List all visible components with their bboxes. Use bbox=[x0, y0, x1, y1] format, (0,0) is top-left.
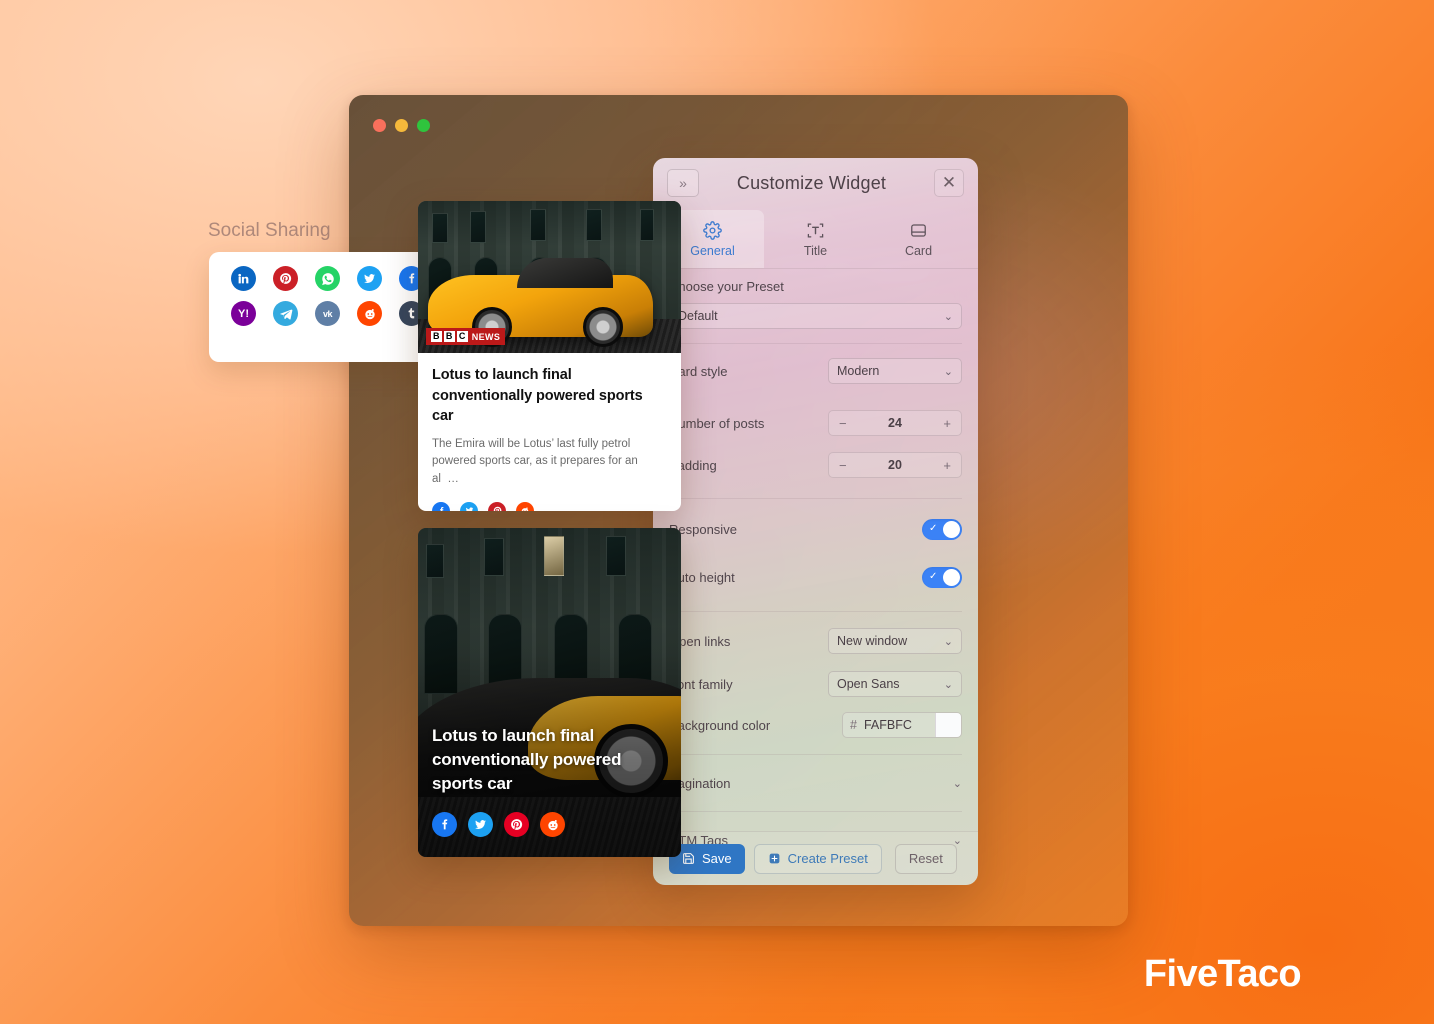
window-traffic-lights[interactable] bbox=[373, 119, 430, 132]
check-icon: ✓ bbox=[929, 570, 938, 582]
customize-widget-header: » Customize Widget ✕ bbox=[653, 158, 978, 208]
vk-icon[interactable]: vk bbox=[315, 301, 340, 326]
font-family-select[interactable]: Open Sans ⌄ bbox=[828, 671, 962, 697]
preset-select[interactable]: Default ⌄ bbox=[669, 303, 962, 329]
background-color-label: Background color bbox=[669, 717, 771, 733]
row-padding: Padding − 20 + bbox=[669, 444, 962, 486]
decrement-button[interactable]: − bbox=[839, 458, 847, 473]
background-color-field[interactable]: # FAFBFC bbox=[842, 712, 962, 738]
bbc-news-badge: B B C NEWS bbox=[426, 328, 506, 345]
responsive-toggle[interactable]: ✓ bbox=[922, 518, 962, 540]
decrement-button[interactable]: − bbox=[839, 416, 847, 431]
row-card-style: Card style Modern ⌄ bbox=[669, 350, 962, 392]
padding-stepper[interactable]: − 20 + bbox=[828, 452, 962, 478]
preset-label: Choose your Preset bbox=[669, 279, 784, 294]
twitter-share-icon[interactable] bbox=[468, 812, 493, 837]
increment-button[interactable]: + bbox=[943, 416, 951, 431]
save-label: Save bbox=[702, 851, 732, 866]
font-family-value: Open Sans bbox=[837, 677, 900, 691]
row-open-links: Open links New window ⌄ bbox=[669, 618, 962, 664]
pinterest-share-icon[interactable] bbox=[488, 501, 506, 511]
card-overlay-share-row bbox=[432, 812, 667, 837]
brand-logo: FiveTaco bbox=[1143, 953, 1302, 995]
reddit-share-icon[interactable] bbox=[540, 812, 565, 837]
chevron-down-icon: ⌄ bbox=[943, 310, 953, 323]
background-color-value: FAFBFC bbox=[863, 718, 912, 732]
social-sharing-label: Social Sharing bbox=[208, 220, 331, 241]
facebook-share-icon[interactable] bbox=[432, 501, 450, 511]
save-disk-icon bbox=[683, 853, 694, 864]
row-auto-height: Auto height ✓ bbox=[669, 553, 962, 601]
pinterest-icon[interactable] bbox=[273, 266, 298, 291]
open-links-value: New window bbox=[837, 634, 908, 648]
create-preset-button[interactable]: Create Preset bbox=[753, 843, 882, 874]
yahoo-icon[interactable]: Y! bbox=[231, 301, 256, 326]
row-responsive: Responsive ✓ bbox=[669, 505, 962, 553]
chevron-down-icon: ⌄ bbox=[943, 635, 953, 648]
tab-title-label: Title bbox=[803, 244, 828, 258]
check-icon: ✓ bbox=[929, 522, 938, 534]
tab-title[interactable]: Title bbox=[764, 210, 867, 268]
add-preset-icon bbox=[769, 853, 780, 864]
reset-button[interactable]: Reset bbox=[894, 843, 957, 874]
linkedin-icon[interactable] bbox=[231, 266, 256, 291]
close-icon[interactable]: ✕ bbox=[934, 169, 964, 197]
customize-widget-tabs: General Title Card bbox=[653, 208, 978, 269]
increment-button[interactable]: + bbox=[943, 458, 951, 473]
color-swatch[interactable] bbox=[935, 713, 961, 737]
card-image: B B C NEWS bbox=[418, 201, 681, 353]
reset-label: Reset bbox=[908, 851, 943, 866]
card-overlay-title: Lotus to launch final conventionally pow… bbox=[432, 725, 622, 793]
card-layout-icon bbox=[867, 219, 970, 241]
number-of-posts-stepper[interactable]: − 24 + bbox=[828, 410, 962, 436]
card-title: Lotus to launch final conventionally pow… bbox=[432, 367, 643, 425]
close-window-button[interactable] bbox=[373, 119, 386, 132]
open-links-select[interactable]: New window ⌄ bbox=[828, 628, 962, 654]
chevron-down-icon: ⌄ bbox=[943, 678, 953, 691]
card-description: The Emira will be Lotus’ last fully petr… bbox=[432, 437, 638, 485]
chevron-down-icon: ⌄ bbox=[952, 777, 962, 790]
text-frame-icon bbox=[764, 219, 867, 241]
maximize-window-button[interactable] bbox=[417, 119, 430, 132]
number-of-posts-label: Number of posts bbox=[669, 415, 765, 431]
card-style-select[interactable]: Modern ⌄ bbox=[828, 358, 962, 384]
whatsapp-icon[interactable] bbox=[315, 266, 340, 291]
auto-height-toggle[interactable]: ✓ bbox=[922, 566, 962, 588]
news-card-overlay[interactable]: Lotus to launch final conventionally pow… bbox=[418, 528, 681, 857]
telegram-icon[interactable] bbox=[273, 301, 298, 326]
row-font-family: Font family Open Sans ⌄ bbox=[669, 664, 962, 704]
card-share-row bbox=[432, 501, 667, 511]
reddit-share-icon[interactable] bbox=[516, 501, 534, 511]
tab-card[interactable]: Card bbox=[867, 210, 970, 268]
chevron-down-icon: ⌄ bbox=[943, 365, 953, 378]
customize-widget-panel: » Customize Widget ✕ General Title Card … bbox=[653, 158, 978, 885]
create-preset-label: Create Preset bbox=[787, 851, 868, 866]
row-number-of-posts: Number of posts − 24 + bbox=[669, 402, 962, 444]
padding-value: 20 bbox=[888, 458, 902, 472]
tab-card-label: Card bbox=[904, 244, 933, 258]
customize-widget-footer: Save Create Preset Reset bbox=[653, 831, 978, 885]
number-of-posts-value: 24 bbox=[888, 416, 902, 430]
row-background-color: Background color # FAFBFC bbox=[669, 704, 962, 746]
minimize-window-button[interactable] bbox=[395, 119, 408, 132]
accordion-pagination[interactable]: Pagination ⌄ bbox=[669, 761, 962, 805]
preset-value: Default bbox=[678, 309, 718, 323]
twitter-icon[interactable] bbox=[357, 266, 382, 291]
hash-symbol: # bbox=[850, 718, 857, 732]
facebook-share-icon[interactable] bbox=[432, 812, 457, 837]
customize-widget-body: Choose your Preset Default ⌄ Card style … bbox=[653, 269, 978, 862]
twitter-share-icon[interactable] bbox=[460, 501, 478, 511]
pinterest-share-icon[interactable] bbox=[504, 812, 529, 837]
card-style-value: Modern bbox=[837, 364, 880, 378]
news-card-classic[interactable]: B B C NEWS Lotus to launch final convention… bbox=[418, 201, 681, 511]
reddit-icon[interactable] bbox=[357, 301, 382, 326]
panel-title: Customize Widget bbox=[736, 172, 887, 193]
